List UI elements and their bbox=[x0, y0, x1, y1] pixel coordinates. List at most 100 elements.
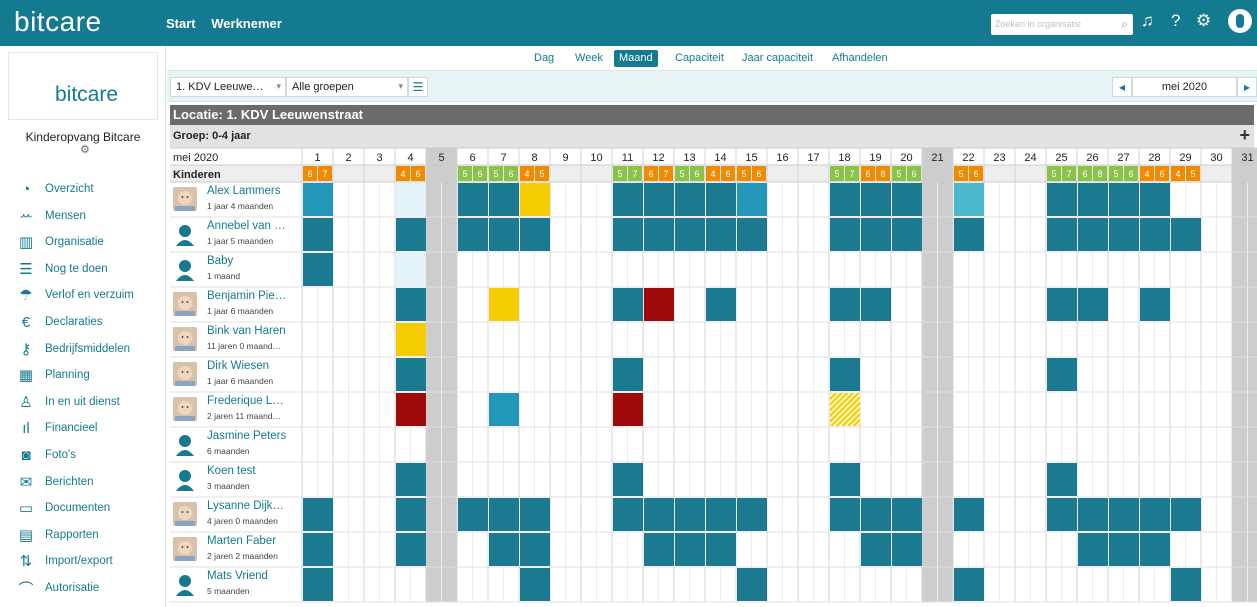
day-number[interactable]: 1 bbox=[314, 152, 320, 164]
attendance-block[interactable] bbox=[737, 218, 767, 251]
attendance-block[interactable] bbox=[737, 568, 767, 601]
attendance-block[interactable] bbox=[489, 533, 519, 566]
child-name-link[interactable]: Alex Lammers bbox=[207, 185, 281, 197]
attendance-block[interactable] bbox=[644, 218, 674, 251]
attendance-block[interactable] bbox=[1078, 183, 1108, 216]
attendance-block[interactable] bbox=[458, 183, 488, 216]
child-name-link[interactable]: Benjamin Pie… bbox=[207, 290, 286, 302]
attendance-block[interactable] bbox=[1078, 288, 1108, 321]
attendance-block[interactable] bbox=[861, 183, 891, 216]
attendance-block[interactable] bbox=[830, 358, 860, 391]
attendance-block[interactable] bbox=[675, 498, 705, 531]
attendance-block[interactable] bbox=[396, 253, 426, 286]
attendance-block[interactable] bbox=[1171, 218, 1201, 251]
attendance-block[interactable] bbox=[861, 533, 891, 566]
attendance-block[interactable] bbox=[706, 183, 736, 216]
day-number[interactable]: 5 bbox=[438, 152, 444, 164]
attendance-block[interactable] bbox=[458, 498, 488, 531]
day-number[interactable]: 29 bbox=[1179, 152, 1191, 164]
attendance-block[interactable] bbox=[520, 568, 550, 601]
attendance-block[interactable] bbox=[303, 253, 333, 286]
attendance-block[interactable] bbox=[520, 498, 550, 531]
attendance-block[interactable] bbox=[737, 498, 767, 531]
day-number[interactable]: 21 bbox=[931, 152, 943, 164]
day-number[interactable]: 9 bbox=[562, 152, 568, 164]
attendance-block[interactable] bbox=[1078, 498, 1108, 531]
day-number[interactable]: 19 bbox=[869, 152, 881, 164]
day-number[interactable]: 11 bbox=[622, 152, 633, 164]
attendance-block[interactable] bbox=[954, 183, 984, 216]
attendance-block[interactable] bbox=[396, 183, 426, 216]
child-name-link[interactable]: Dirk Wiesen bbox=[207, 360, 269, 372]
attendance-block[interactable] bbox=[396, 358, 426, 391]
attendance-block[interactable] bbox=[1140, 183, 1170, 216]
attendance-block[interactable] bbox=[861, 218, 891, 251]
attendance-block[interactable] bbox=[954, 218, 984, 251]
attendance-block[interactable] bbox=[1140, 288, 1170, 321]
attendance-block[interactable] bbox=[644, 533, 674, 566]
attendance-block[interactable] bbox=[613, 358, 643, 391]
attendance-block[interactable] bbox=[489, 288, 519, 321]
attendance-block[interactable] bbox=[830, 288, 860, 321]
day-number[interactable]: 6 bbox=[469, 152, 475, 164]
attendance-block[interactable] bbox=[396, 393, 426, 426]
child-name-link[interactable]: Frederique L… bbox=[207, 395, 284, 407]
attendance-block[interactable] bbox=[396, 533, 426, 566]
attendance-block[interactable] bbox=[613, 183, 643, 216]
attendance-block[interactable] bbox=[613, 393, 643, 426]
attendance-block[interactable] bbox=[830, 498, 860, 531]
attendance-block[interactable] bbox=[613, 218, 643, 251]
attendance-block[interactable] bbox=[1047, 358, 1077, 391]
attendance-block[interactable] bbox=[830, 463, 860, 496]
attendance-block[interactable] bbox=[613, 288, 643, 321]
attendance-block[interactable] bbox=[644, 183, 674, 216]
attendance-block[interactable] bbox=[1047, 498, 1077, 531]
day-number[interactable]: 8 bbox=[531, 152, 537, 164]
child-name-link[interactable]: Mats Vriend bbox=[207, 570, 268, 582]
day-number[interactable]: 3 bbox=[376, 152, 382, 164]
child-name-link[interactable]: Jasmine Peters bbox=[207, 430, 286, 442]
attendance-block[interactable] bbox=[613, 498, 643, 531]
attendance-block[interactable] bbox=[1140, 498, 1170, 531]
child-name-link[interactable]: Bink van Haren bbox=[207, 325, 286, 337]
attendance-block[interactable] bbox=[1109, 533, 1139, 566]
attendance-block[interactable] bbox=[1171, 568, 1201, 601]
attendance-block[interactable] bbox=[675, 218, 705, 251]
day-number[interactable]: 22 bbox=[962, 152, 974, 164]
attendance-block[interactable] bbox=[489, 393, 519, 426]
attendance-block[interactable] bbox=[1171, 498, 1201, 531]
child-name-link[interactable]: Koen test bbox=[207, 465, 256, 477]
attendance-block[interactable] bbox=[396, 288, 426, 321]
attendance-block[interactable] bbox=[520, 183, 550, 216]
attendance-block[interactable] bbox=[458, 218, 488, 251]
attendance-block[interactable] bbox=[892, 183, 922, 216]
attendance-block[interactable] bbox=[737, 183, 767, 216]
attendance-block[interactable] bbox=[396, 498, 426, 531]
child-name-link[interactable]: Baby bbox=[207, 255, 233, 267]
attendance-block[interactable] bbox=[303, 218, 333, 251]
day-number[interactable]: 27 bbox=[1117, 152, 1129, 164]
attendance-block[interactable] bbox=[1047, 218, 1077, 251]
attendance-block[interactable] bbox=[644, 288, 674, 321]
attendance-block[interactable] bbox=[1109, 498, 1139, 531]
attendance-block[interactable] bbox=[396, 218, 426, 251]
attendance-block[interactable] bbox=[396, 323, 426, 356]
attendance-block[interactable] bbox=[706, 498, 736, 531]
attendance-block[interactable] bbox=[1078, 533, 1108, 566]
day-number[interactable]: 25 bbox=[1055, 152, 1067, 164]
attendance-block[interactable] bbox=[861, 288, 891, 321]
attendance-block[interactable] bbox=[613, 463, 643, 496]
attendance-block[interactable] bbox=[303, 498, 333, 531]
day-number[interactable]: 17 bbox=[807, 152, 819, 164]
attendance-block[interactable] bbox=[1109, 218, 1139, 251]
attendance-block[interactable] bbox=[396, 463, 426, 496]
day-number[interactable]: 2 bbox=[345, 152, 351, 164]
attendance-block[interactable] bbox=[1140, 218, 1170, 251]
day-number[interactable]: 18 bbox=[838, 152, 850, 164]
day-number[interactable]: 26 bbox=[1086, 152, 1098, 164]
attendance-block[interactable] bbox=[892, 498, 922, 531]
day-number[interactable]: 24 bbox=[1024, 152, 1036, 164]
attendance-block[interactable] bbox=[1140, 533, 1170, 566]
attendance-block[interactable] bbox=[830, 218, 860, 251]
attendance-block[interactable] bbox=[892, 218, 922, 251]
